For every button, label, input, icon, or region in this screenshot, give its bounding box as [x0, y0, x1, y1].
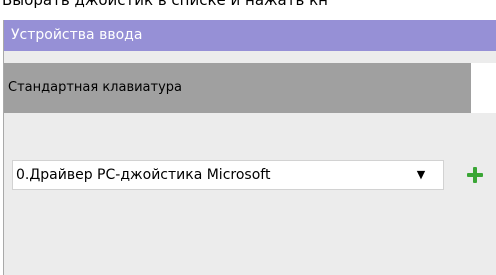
- joystick-select-value: 0.Драйвер PC-джойстика Microsoft: [16, 167, 271, 183]
- add-device-button[interactable]: [464, 164, 486, 186]
- input-devices-panel: Устройства ввода Стандартная клавиатура …: [3, 20, 496, 275]
- device-tab-strip: Стандартная клавиатура: [4, 63, 496, 113]
- panel-title: Устройства ввода: [4, 20, 496, 51]
- joystick-select[interactable]: 0.Драйвер PC-джойстика Microsoft ▼: [12, 160, 444, 190]
- instruction-caption: Выбрать джойстик в списке и нажать кн: [2, 0, 328, 9]
- tab-standard-keyboard[interactable]: Стандартная клавиатура: [4, 63, 471, 113]
- dropdown-arrow-icon[interactable]: ▼: [408, 161, 434, 189]
- plus-icon: [467, 167, 483, 183]
